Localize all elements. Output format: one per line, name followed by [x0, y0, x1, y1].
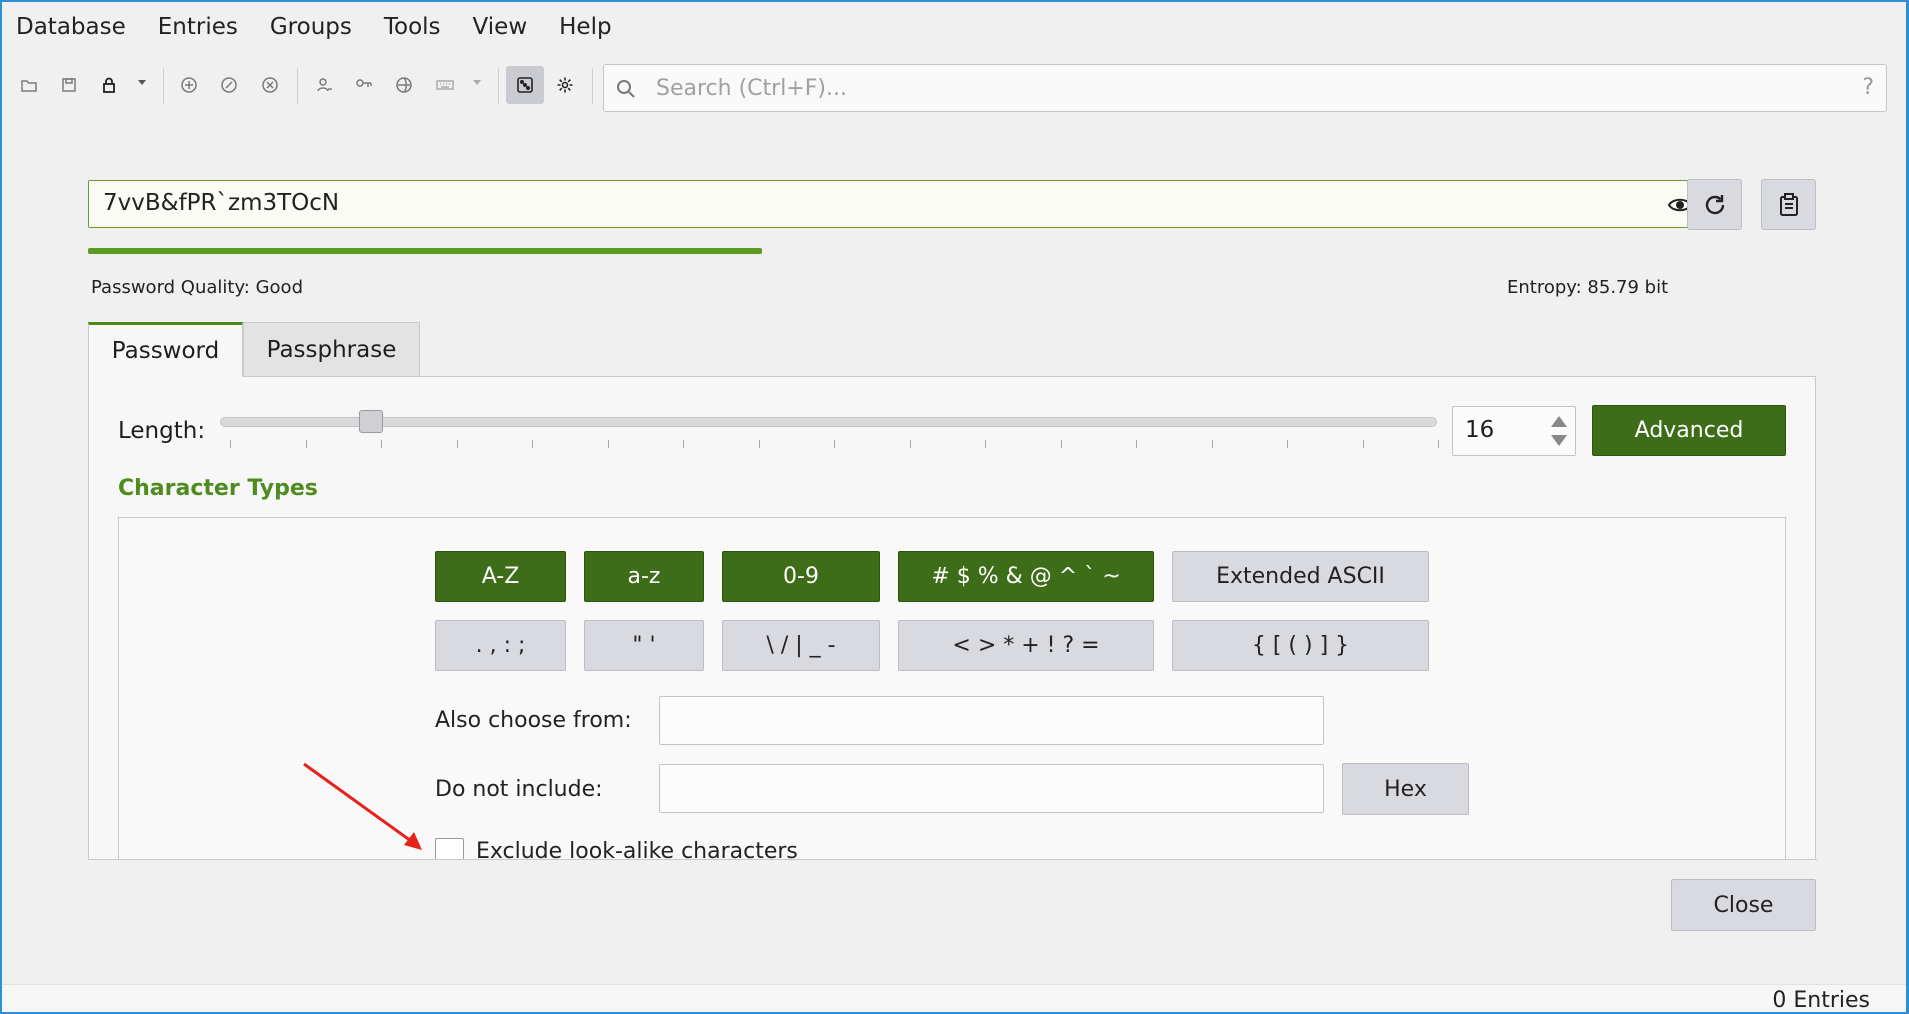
spin-down-icon[interactable] [1551, 435, 1567, 446]
autotype-icon[interactable] [430, 70, 460, 100]
slider-tick [532, 440, 533, 448]
uppercase-toggle[interactable]: A-Z [435, 551, 566, 602]
add-entry-icon[interactable] [174, 70, 204, 100]
slider-tick [1136, 440, 1137, 448]
slider-tick [834, 440, 835, 448]
braces-toggle[interactable]: { [ ( ) ] } [1172, 620, 1429, 671]
password-quality-label: Password Quality: Good [91, 277, 303, 298]
slider-tick [456, 440, 458, 448]
special-characters-toggle[interactable]: # $ % & @ ^ ` ~ [898, 551, 1154, 602]
menu-groups[interactable]: Groups [258, 5, 364, 49]
edit-entry-icon[interactable] [214, 70, 244, 100]
clipboard-icon [1779, 192, 1798, 216]
slider-tick [683, 440, 684, 448]
status-bar: 0 Entries [0, 984, 1909, 1014]
delete-entry-icon[interactable] [255, 70, 285, 100]
slider-tick [607, 440, 609, 448]
slider-tick [381, 440, 382, 448]
annotation-arrow-icon [303, 762, 422, 850]
autotype-dropdown-icon[interactable] [473, 80, 481, 85]
also-choose-label: Also choose from: [435, 708, 632, 733]
length-value[interactable]: 16 [1465, 417, 1494, 443]
toolbar-separator [592, 68, 593, 104]
slider-tick [758, 440, 760, 448]
slider-tick [1287, 440, 1288, 448]
length-slider-handle[interactable] [359, 410, 383, 433]
search-input[interactable] [654, 71, 1804, 105]
length-label: Length: [118, 418, 206, 444]
save-database-icon[interactable] [54, 70, 84, 100]
close-button[interactable]: Close [1671, 879, 1816, 931]
menu-entries[interactable]: Entries [146, 5, 250, 49]
tab-password[interactable]: Password [88, 322, 243, 377]
entries-count: 0 Entries [1772, 988, 1870, 1013]
toolbar-separator [163, 68, 164, 104]
slider-tick [1211, 440, 1213, 448]
menu-database[interactable]: Database [4, 5, 138, 49]
refresh-icon [1705, 194, 1724, 214]
math-logic-toggle[interactable]: < > * + ! ? = [898, 620, 1154, 671]
menu-view[interactable]: View [461, 5, 540, 49]
slider-tick [305, 440, 307, 448]
lock-dropdown-icon[interactable] [138, 80, 146, 85]
do-not-include-input[interactable] [659, 764, 1324, 813]
numbers-toggle[interactable]: 0-9 [722, 551, 880, 602]
slider-tick [985, 440, 986, 448]
tab-passphrase[interactable]: Passphrase [243, 322, 420, 377]
regenerate-button[interactable] [1687, 179, 1742, 230]
slider-tick [230, 440, 231, 448]
punctuation-toggle[interactable]: . , : ; [435, 620, 566, 671]
search-box[interactable]: ? [603, 64, 1887, 112]
lock-database-icon[interactable] [94, 70, 124, 100]
lowercase-toggle[interactable]: a-z [584, 551, 704, 602]
copy-password-icon[interactable] [349, 70, 379, 100]
password-quality-bar [88, 248, 762, 254]
advanced-button[interactable]: Advanced [1592, 405, 1786, 456]
slider-tick [1060, 440, 1062, 448]
entropy-label: Entropy: 85.79 bit [1507, 277, 1669, 298]
settings-icon[interactable] [550, 70, 580, 100]
copy-url-icon[interactable] [389, 70, 419, 100]
slider-tick [909, 440, 911, 448]
hex-button[interactable]: Hex [1342, 763, 1469, 815]
generated-password-text[interactable]: 7vvB&fPR`zm3TOcN [103, 190, 339, 216]
generated-password-field[interactable]: 7vvB&fPR`zm3TOcN [88, 180, 1704, 228]
length-spinbox[interactable]: 16 [1452, 406, 1576, 456]
quotes-toggle[interactable]: " ' [584, 620, 704, 671]
password-generator-icon[interactable] [506, 66, 544, 104]
slider-tick [1438, 440, 1439, 448]
copy-to-clipboard-button[interactable] [1761, 179, 1816, 230]
copy-username-icon[interactable] [309, 70, 339, 100]
menu-tools[interactable]: Tools [372, 5, 453, 49]
dashes-slashes-toggle[interactable]: \ / | _ - [722, 620, 880, 671]
toolbar-separator [498, 68, 499, 104]
character-types-title: Character Types [118, 476, 318, 501]
search-icon [617, 80, 635, 98]
open-database-icon[interactable] [14, 70, 44, 100]
menu-bar: Database Entries Groups Tools View Help [0, 0, 1909, 54]
also-choose-input[interactable] [659, 696, 1324, 745]
length-slider[interactable] [220, 417, 1437, 427]
toolbar-separator [297, 68, 298, 104]
slider-tick [1362, 440, 1364, 448]
search-help-icon[interactable]: ? [1862, 75, 1874, 100]
spin-up-icon[interactable] [1551, 416, 1567, 427]
extended-ascii-toggle[interactable]: Extended ASCII [1172, 551, 1429, 602]
menu-help[interactable]: Help [547, 5, 623, 49]
